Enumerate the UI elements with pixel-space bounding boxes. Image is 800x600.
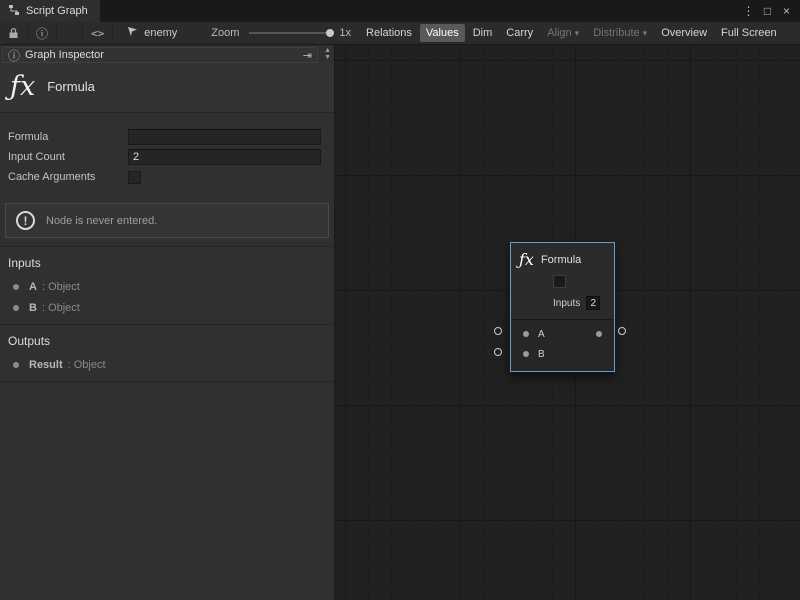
carry-button[interactable]: Carry [500,24,539,42]
unity-editor-window: Script Graph ⋮ □ × ⓘ <> enemy Zoom [0,0,800,600]
outputs-section-header: Outputs [0,325,334,354]
input-port-a-icon[interactable] [523,331,529,337]
close-icon[interactable]: × [779,4,794,18]
node-title: Formula [541,254,581,266]
input-count-field-row: Input Count [8,147,321,167]
inspector-title: Graph Inspector [25,49,104,61]
node-inputs-count[interactable]: 2 [586,296,600,310]
zoom-control: Zoom 1x [211,27,359,39]
full-screen-button[interactable]: Full Screen [715,24,783,42]
formula-input[interactable] [128,129,321,145]
formula-node-header: ƒx Formula Inputs 2 [511,243,614,319]
align-button: Align▾ [541,24,585,42]
inspector-header: ⓘ Graph Inspector ⇥ [2,47,318,63]
code-button[interactable]: <> [83,22,113,44]
formula-node-ports: A B [511,319,614,371]
values-button[interactable]: Values [420,24,465,42]
code-icon: <> [91,27,104,40]
graph-name-label: enemy [144,27,177,39]
port-dot-icon [13,284,19,290]
tab-script-graph[interactable]: Script Graph [0,0,100,22]
tab-title: Script Graph [26,5,88,17]
tab-bar: Script Graph ⋮ □ × [0,0,800,22]
warning-box: ! Node is never entered. [5,203,329,238]
input-port-b-icon[interactable] [523,351,529,357]
distribute-button: Distribute▾ [587,24,653,42]
node-formula-input[interactable] [553,275,566,288]
output-port-result-icon[interactable] [596,331,602,337]
formula-node[interactable]: ƒx Formula Inputs 2 A B [510,242,615,372]
info-icon: ⓘ [8,47,20,64]
zoom-slider-knob[interactable] [326,29,334,37]
toolbar-buttons: Relations Values Dim Carry Align▾ Distri… [359,22,784,44]
script-graph-icon [8,4,20,19]
cache-arguments-field-row: Cache Arguments [8,167,321,187]
port-dot-icon [13,362,19,368]
panel-scrollbar: ▲ ▼ [324,47,331,61]
inspector-fields: Formula Input Count Cache Arguments [0,113,334,193]
warning-text: Node is never entered. [46,215,157,227]
info-button[interactable]: ⓘ [28,22,57,44]
unit-header: ƒx Formula [0,63,334,113]
graph-toolbar: ⓘ <> enemy Zoom 1x Relations Values Dim … [0,22,800,45]
divider [0,381,334,382]
port-dot-icon [13,305,19,311]
toolbar-spacer [57,22,83,44]
input-count-input[interactable] [128,149,321,165]
zoom-slider[interactable] [249,32,333,34]
input-port-row-a: A : Object [0,276,334,297]
zoom-label: Zoom [211,27,239,39]
external-port-a-icon[interactable] [494,327,502,335]
unit-title: Formula [47,79,95,94]
input-port-row-b: B : Object [0,297,334,318]
chevron-down-icon: ▾ [575,28,580,38]
output-port-row-result: Result : Object [0,354,334,375]
fx-icon: ƒx [10,71,35,102]
external-port-b-icon[interactable] [494,348,502,356]
warning-icon: ! [16,211,35,230]
node-port-row-b: B [511,344,614,364]
graph-inspector-panel: ⓘ Graph Inspector ⇥ ▲ ▼ ƒx Formula Formu… [0,45,335,600]
formula-field-row: Formula [8,127,321,147]
input-count-label: Input Count [8,151,128,163]
node-inputs-label: Inputs [553,298,580,309]
scroll-down-icon[interactable]: ▼ [324,54,331,61]
window-controls: ⋮ □ × [741,0,800,22]
chevron-down-icon: ▾ [643,28,648,38]
scroll-up-icon[interactable]: ▲ [324,47,331,54]
info-icon: ⓘ [36,25,48,42]
inputs-section-header: Inputs [0,247,334,276]
kebab-menu-icon[interactable]: ⋮ [741,4,756,18]
fx-icon: ƒx [519,250,534,269]
graph-canvas[interactable]: ƒx Formula Inputs 2 A B [335,45,800,600]
overview-button[interactable]: Overview [655,24,713,42]
graph-flag-icon [127,26,139,40]
zoom-value: 1x [339,27,351,39]
dim-button[interactable]: Dim [467,24,499,42]
lock-icon [8,27,19,39]
dock-icon[interactable]: ⇥ [303,49,312,62]
relations-button[interactable]: Relations [360,24,418,42]
formula-label: Formula [8,131,128,143]
external-port-result-icon[interactable] [618,327,626,335]
graph-asset-breadcrumb[interactable]: enemy [113,26,187,40]
cache-arguments-checkbox[interactable] [128,171,141,184]
lock-button[interactable] [0,22,28,44]
node-port-row-a: A [511,324,614,344]
cache-arguments-label: Cache Arguments [8,171,128,183]
maximize-icon[interactable]: □ [760,4,775,18]
